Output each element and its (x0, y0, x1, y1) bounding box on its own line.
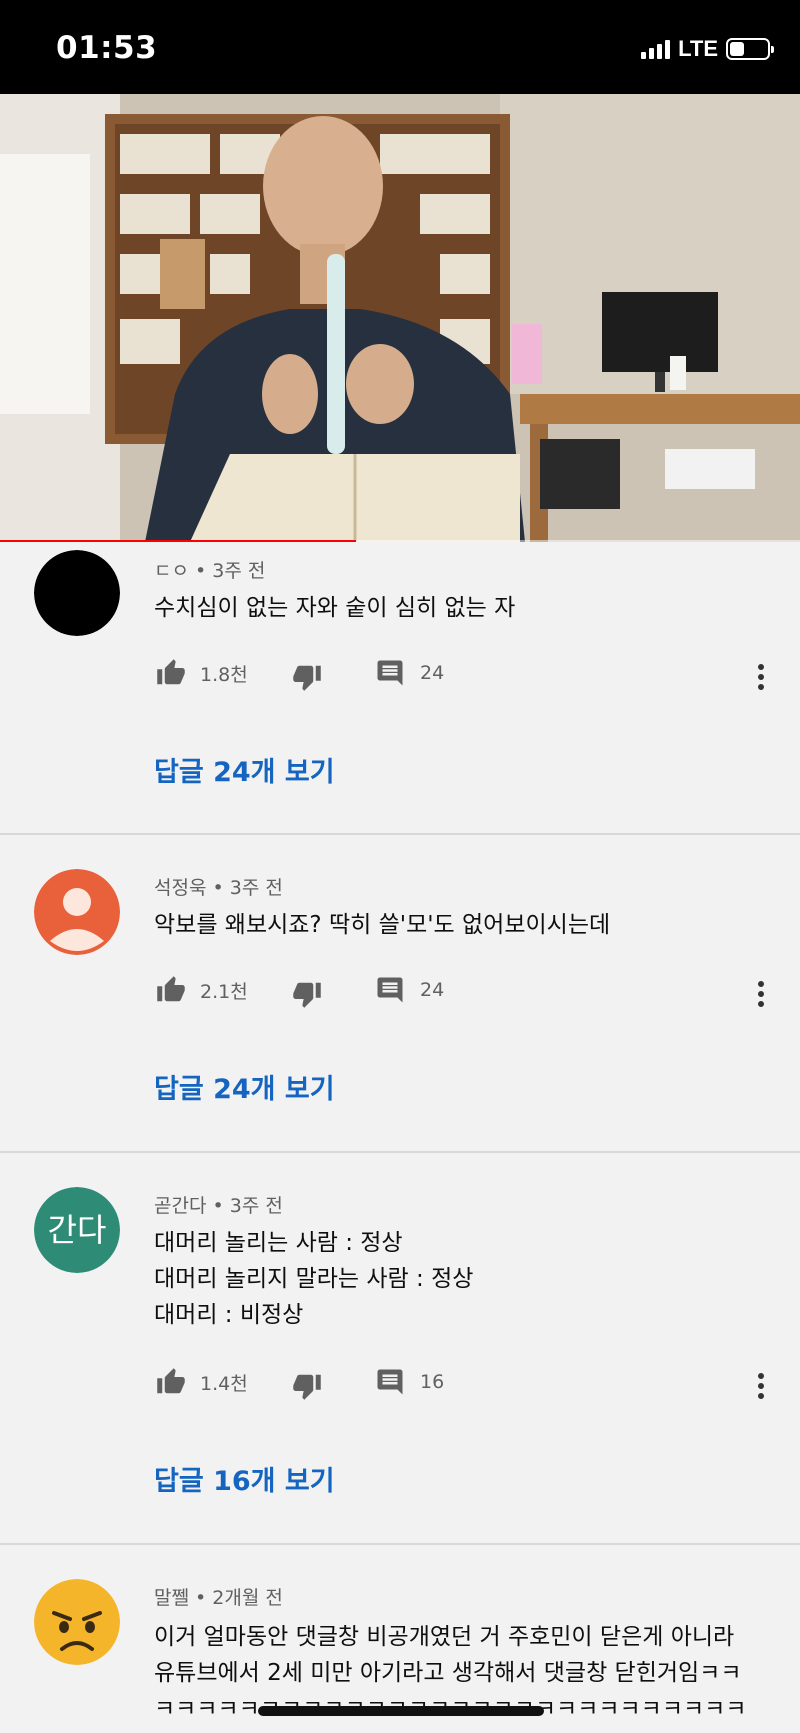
avatar[interactable] (34, 550, 120, 636)
meta-separator: • (195, 560, 213, 582)
comment-author[interactable]: ㄷㅇ (154, 560, 189, 582)
comment-meta: 말쩰 • 2개월 전 (154, 1583, 283, 1610)
view-replies-button[interactable]: 답글 24개 보기 (154, 1067, 335, 1106)
comment-actions: 2.1천 24 (154, 971, 444, 1009)
avatar-label: 간다 (48, 1211, 107, 1249)
status-bar: 01:53 LTE (0, 0, 800, 94)
home-indicator[interactable] (258, 1706, 544, 1716)
comment-age: 3주 전 (212, 560, 266, 582)
network-type: LTE (678, 36, 718, 61)
default-person-avatar-icon (34, 869, 120, 955)
avatar-solid-icon (34, 550, 120, 636)
comment-list: ㄷㅇ • 3주 전 수치심이 없는 자와 숱이 심히 없는 자 1.8천 24 … (0, 542, 800, 1733)
comment-item: 말쩰 • 2개월 전 이거 얼마동안 댓글창 비공개였던 거 주호민이 닫은게 … (0, 1545, 800, 1733)
comment-age: 3주 전 (229, 1195, 283, 1217)
comment-meta: 석정욱 • 3주 전 (154, 873, 283, 900)
thumb-up-icon[interactable] (154, 658, 188, 688)
comment-item: 석정욱 • 3주 전 악보를 왜보시죠? 딱히 쓸'모'도 없어보이시는데 2.… (0, 835, 800, 1153)
meta-separator: • (212, 1195, 230, 1217)
reply-count: 16 (420, 1371, 445, 1393)
comment-text: 대머리 놀리는 사람 : 정상 대머리 놀리지 말라는 사람 : 정상 대머리 … (154, 1230, 474, 1328)
comment-item: 간다 곧간다 • 3주 전 대머리 놀리는 사람 : 정상 대머리 놀리지 말라… (0, 1153, 800, 1545)
reply-count: 24 (420, 979, 445, 1001)
status-time: 01:53 (56, 30, 158, 66)
reply-icon[interactable] (374, 975, 406, 1005)
view-replies-button[interactable]: 답글 24개 보기 (154, 750, 335, 789)
comment-actions: 1.4천 16 (154, 1363, 444, 1401)
video-frame (0, 94, 800, 542)
thumb-down-icon[interactable] (290, 662, 324, 692)
meta-separator: • (195, 1587, 213, 1609)
thumb-down-icon[interactable] (290, 979, 324, 1009)
thumb-down-icon[interactable] (290, 1371, 324, 1401)
comment-age: 3주 전 (229, 877, 283, 899)
like-count: 1.4천 (200, 1372, 248, 1395)
like-count: 1.8천 (200, 663, 248, 686)
comment-meta: ㄷㅇ • 3주 전 (154, 556, 265, 583)
signal-strength-icon (641, 39, 671, 59)
comment-meta: 곧간다 • 3주 전 (154, 1191, 283, 1218)
reply-icon[interactable] (374, 658, 406, 688)
battery-icon (726, 38, 774, 60)
comment-age: 2개월 전 (212, 1587, 283, 1609)
view-replies-button[interactable]: 답글 16개 보기 (154, 1459, 335, 1498)
avatar[interactable] (34, 869, 120, 955)
comment-author[interactable]: 말쩰 (154, 1587, 189, 1609)
avatar[interactable]: 간다 (34, 1187, 120, 1273)
meta-separator: • (212, 877, 230, 899)
thumb-up-icon[interactable] (154, 1367, 188, 1397)
like-count: 2.1천 (200, 980, 248, 1003)
reply-count: 24 (420, 662, 445, 684)
comment-text: 수치심이 없는 자와 숱이 심히 없는 자 (154, 595, 516, 621)
avatar[interactable] (34, 1579, 120, 1665)
thumb-up-icon[interactable] (154, 975, 188, 1005)
comment-author[interactable]: 곧간다 (154, 1195, 206, 1217)
more-options-icon[interactable] (756, 664, 766, 690)
text-avatar-icon: 간다 (34, 1187, 120, 1273)
angry-face-icon (34, 1579, 120, 1665)
reply-icon[interactable] (374, 1367, 406, 1397)
comment-text: 악보를 왜보시죠? 딱히 쓸'모'도 없어보이시는데 (154, 912, 611, 938)
video-player[interactable] (0, 94, 800, 542)
more-options-icon[interactable] (756, 981, 766, 1007)
comment-item: ㄷㅇ • 3주 전 수치심이 없는 자와 숱이 심히 없는 자 1.8천 24 … (0, 542, 800, 835)
comment-actions: 1.8천 24 (154, 654, 444, 692)
more-options-icon[interactable] (756, 1373, 766, 1399)
status-indicators: LTE (641, 36, 774, 62)
comment-author[interactable]: 석정욱 (154, 877, 206, 899)
